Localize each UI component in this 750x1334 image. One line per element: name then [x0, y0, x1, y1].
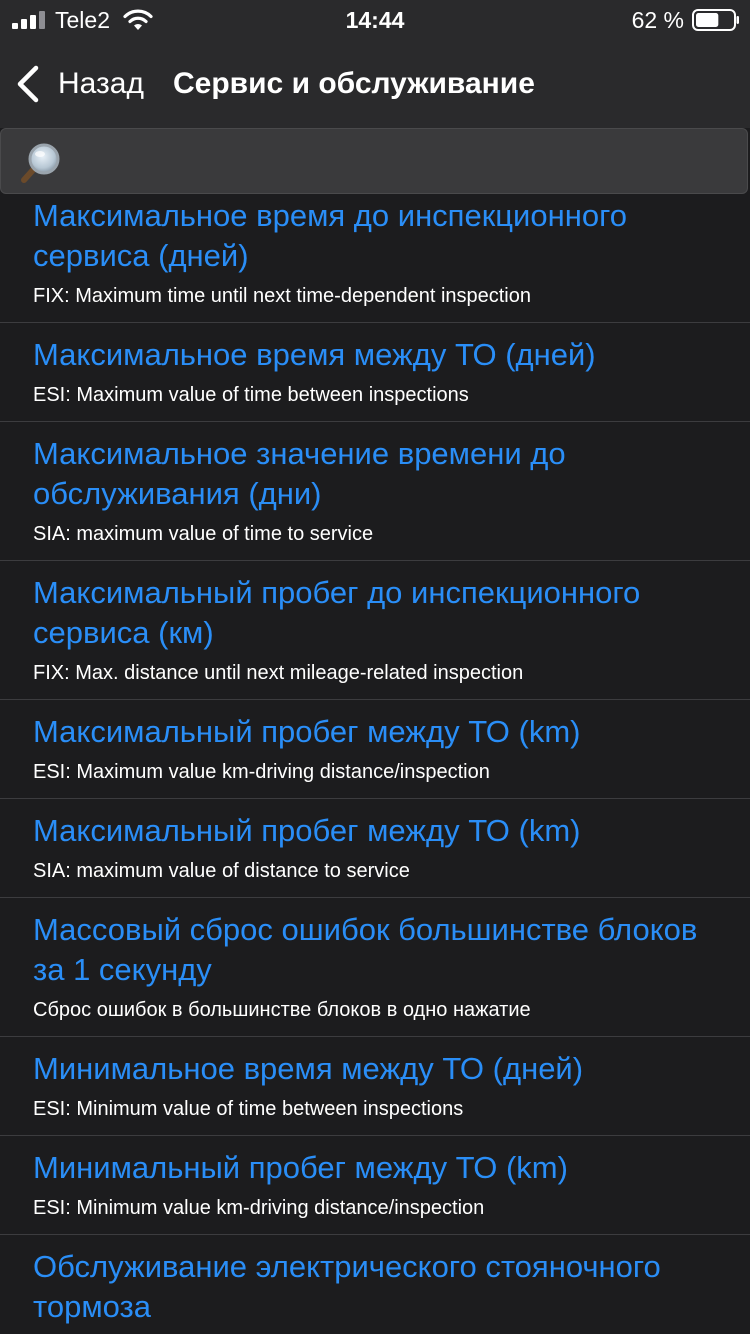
- item-subtitle: ESI: Maximum value km-driving distance/i…: [33, 761, 490, 783]
- list-item[interactable]: Максимальное время между ТО (дней) ESI: …: [0, 323, 750, 422]
- battery-percent: 62 %: [631, 7, 684, 33]
- item-title: Максимальное значение времени до обслужи…: [33, 436, 566, 511]
- status-bar: Tele2 14:44 62 %: [0, 0, 750, 40]
- list-item[interactable]: Массовый сброс ошибок большинстве блоков…: [0, 898, 750, 1037]
- item-subtitle: SIA: maximum value of distance to servic…: [33, 860, 410, 882]
- search-icon: [21, 143, 60, 183]
- list-item[interactable]: Минимальный пробег между ТО (km) ESI: Mi…: [0, 1136, 750, 1235]
- item-subtitle: FIX: Max. distance until next mileage-re…: [33, 662, 524, 684]
- battery-icon: [692, 9, 739, 31]
- item-title: Максимальное время между ТО (дней): [33, 337, 596, 372]
- list-item[interactable]: Максимальный пробег до инспекционного се…: [0, 561, 750, 700]
- navigation-bar: Назад Сервис и обслуживание: [0, 40, 750, 128]
- back-label: Назад: [58, 67, 144, 100]
- service-list: Максимальное время до инспекционного сер…: [0, 196, 750, 1334]
- item-subtitle: FIX: Maximum time until next time-depend…: [33, 285, 531, 307]
- chevron-left-icon: [17, 65, 39, 103]
- search-bar[interactable]: [0, 128, 748, 194]
- list-item[interactable]: Максимальный пробег между ТО (km) ESI: M…: [0, 700, 750, 799]
- item-title: Максимальное время до инспекционного сер…: [33, 198, 627, 273]
- item-title: Максимальный пробег между ТО (km): [33, 714, 581, 749]
- list-item[interactable]: Максимальный пробег между ТО (km) SIA: m…: [0, 799, 750, 898]
- list-item[interactable]: Максимальное значение времени до обслужи…: [0, 422, 750, 561]
- item-subtitle: [33, 1327, 730, 1334]
- search-input[interactable]: [75, 139, 729, 185]
- item-subtitle: SIA: maximum value of time to service: [33, 523, 374, 545]
- item-title: Максимальный пробег между ТО (km): [33, 813, 581, 848]
- item-subtitle: ESI: Maximum value of time between inspe…: [33, 384, 469, 406]
- item-title: Минимальное время между ТО (дней): [33, 1051, 584, 1086]
- item-subtitle: ESI: Minimum value of time between inspe…: [33, 1098, 464, 1120]
- item-title: Минимальный пробег между ТО (km): [33, 1150, 568, 1185]
- item-title: Максимальный пробег до инспекционного се…: [33, 575, 641, 650]
- item-subtitle: Сброс ошибок в большинстве блоков в одно…: [33, 999, 531, 1021]
- item-title: Обслуживание электрического стояночного …: [33, 1249, 661, 1324]
- list-item[interactable]: Минимальное время между ТО (дней) ESI: M…: [0, 1037, 750, 1136]
- list-item[interactable]: Максимальное время до инспекционного сер…: [0, 196, 750, 323]
- list-item[interactable]: Обслуживание электрического стояночного …: [0, 1235, 750, 1334]
- back-button[interactable]: Назад: [14, 60, 144, 108]
- item-title: Массовый сброс ошибок большинстве блоков…: [33, 912, 698, 987]
- item-subtitle: ESI: Minimum value km-driving distance/i…: [33, 1197, 485, 1219]
- page-title: Сервис и обслуживание: [173, 67, 535, 100]
